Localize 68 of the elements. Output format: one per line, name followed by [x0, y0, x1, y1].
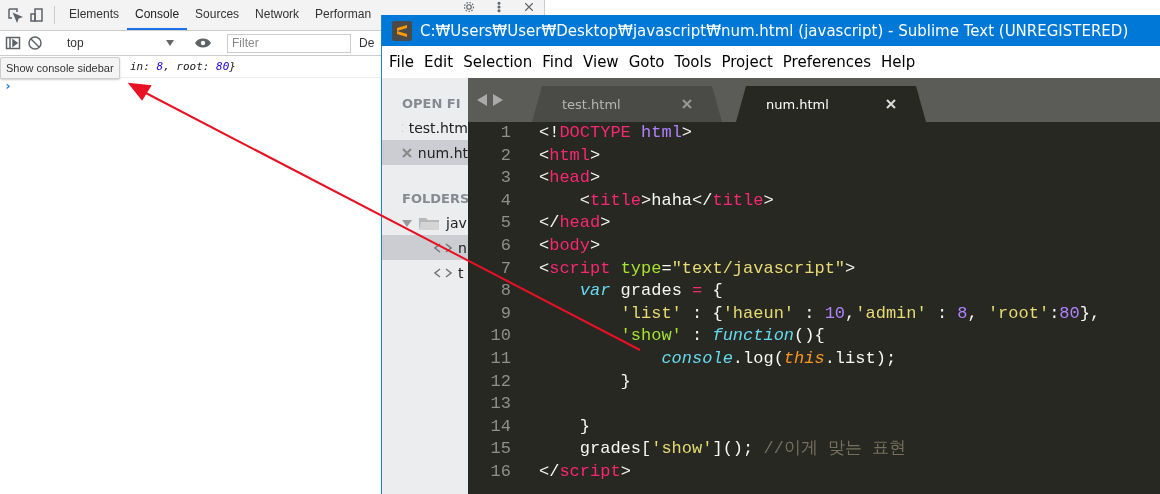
line-number: 4: [499, 189, 512, 212]
code-line: grades['show'](); //이게 맞는 표현: [578, 438, 907, 461]
levels-label[interactable]: De: [359, 36, 375, 50]
devtools-tab[interactable]: Network: [247, 0, 308, 30]
menu-item[interactable]: Preferences: [777, 53, 877, 71]
code-line: }: [578, 415, 590, 438]
window-title: C:₩Users₩User₩Desktop₩javascript₩num.html (javascript) - Sublime Text (UNREGISTERED): [420, 21, 1129, 40]
section-heading: FOLDERS: [401, 190, 468, 208]
code-line: }: [619, 370, 631, 393]
context-select[interactable]: top: [59, 36, 179, 50]
menu-item[interactable]: Goto: [623, 53, 670, 71]
code-line: <title>haha</title>: [578, 189, 774, 212]
devtools-tab[interactable]: Elements: [61, 0, 128, 30]
code-line: var grades = {: [578, 280, 723, 303]
menu-item[interactable]: Selection: [458, 53, 538, 71]
menu-item[interactable]: View: [578, 53, 624, 71]
line-number: 14: [489, 415, 512, 438]
line-number: 10: [489, 325, 512, 348]
code-file-icon: [434, 267, 452, 278]
menu-item[interactable]: Help: [876, 53, 921, 71]
line-number: 13: [489, 393, 512, 416]
app-logo-icon: [392, 20, 412, 41]
code-line: <body>: [539, 234, 601, 257]
code-file-icon: [434, 242, 452, 253]
open-file-item[interactable]: num.ht: [382, 140, 468, 165]
forward-arrow-icon[interactable]: [492, 93, 504, 107]
tab-label[interactable]: num.html: [766, 96, 829, 112]
line-number: 12: [489, 370, 512, 393]
tree-file-entry[interactable]: n: [382, 235, 468, 260]
line-number: 9: [499, 302, 512, 325]
code-line: 'show' : function(){: [619, 325, 825, 348]
disclosure-triangle-icon: [402, 217, 412, 228]
code-line: <!DOCTYPE html>: [539, 122, 693, 144]
devtools-tab[interactable]: Performan: [307, 0, 372, 30]
devtools-tab[interactable]: Sources: [187, 0, 248, 30]
code-line: <script type="text/javascript">: [539, 257, 856, 280]
menu-item[interactable]: Tools: [669, 53, 717, 71]
line-number: 6: [499, 234, 512, 257]
editor-tab[interactable]: num.html: [736, 86, 926, 122]
settings-icon[interactable]: [463, 1, 475, 13]
line-number: 3: [499, 167, 512, 190]
menu-item[interactable]: Project: [716, 53, 778, 71]
code-line: </head>: [539, 212, 611, 235]
tree-file-entry[interactable]: t: [382, 260, 468, 285]
menu-item[interactable]: File: [384, 53, 420, 71]
line-number: 5: [499, 212, 512, 235]
line-number: 11: [489, 347, 512, 370]
line-number: 15: [489, 438, 512, 461]
code-line: <html>: [539, 144, 601, 167]
section-heading: OPEN FI: [401, 95, 462, 113]
tab-label[interactable]: test.html: [562, 96, 621, 112]
code-line: <head>: [539, 167, 601, 190]
line-number: 1: [499, 122, 512, 144]
line-number: 2: [499, 144, 512, 167]
tooltip: Show console sidebar: [0, 57, 120, 79]
code-line: 'list' : {'haeun' : 10,'admin' : 8, 'root':80},: [619, 302, 1101, 325]
filter-field[interactable]: Filter: [227, 33, 351, 53]
code-line: </script>: [539, 460, 631, 483]
back-arrow-icon[interactable]: [476, 93, 488, 107]
folder-item[interactable]: jav: [382, 210, 468, 235]
menu-item[interactable]: Edit: [419, 53, 459, 71]
caret-icon: [165, 39, 175, 47]
line-number: 16: [489, 460, 512, 483]
code-line: console.log(this.list);: [660, 347, 897, 370]
line-number: 7: [499, 257, 512, 280]
editor-tab[interactable]: test.html: [532, 86, 722, 122]
line-number: 8: [499, 280, 512, 303]
open-file-item[interactable]: test.htm: [382, 115, 468, 140]
